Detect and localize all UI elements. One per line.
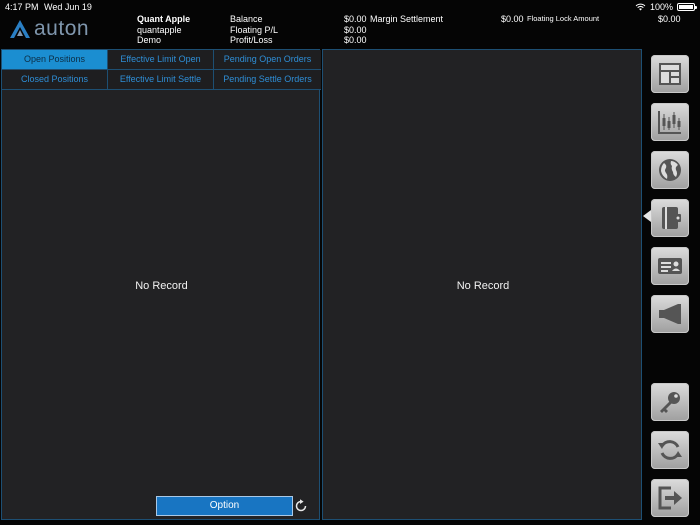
battery-icon [677,3,697,11]
left-empty-message: No Record [135,280,188,292]
profit-loss-value: $0.00 [344,35,367,45]
status-date: Wed Jun 19 [44,2,92,12]
sync-button[interactable] [651,431,689,469]
active-item-pointer [643,210,651,222]
battery-level [679,5,693,9]
wallet-button[interactable] [651,199,689,237]
floating-lock-label: Floating Lock Amount [527,14,600,23]
margin-settlement-label: Margin Settlement [370,14,444,24]
market-button[interactable] [651,151,689,189]
id-card-icon [658,258,682,274]
refresh-icon[interactable] [294,499,308,513]
logout-button[interactable] [651,479,689,517]
right-empty-message: No Record [456,280,510,292]
globe-icon [659,159,681,181]
floating-lock-value: $0.00 [658,14,681,24]
wifi-icon [635,3,646,11]
floating-pl-value: $0.00 [344,25,367,35]
battery-percent: 100% [649,2,673,12]
sync-icon [658,440,682,460]
dashboard-button[interactable] [651,55,689,93]
account-info-button[interactable] [651,247,689,285]
wallet-icon [662,207,681,229]
tab-pending-open-orders[interactable]: Pending Open Orders [214,50,321,70]
tab-effective-limit-open[interactable]: Effective Limit Open [108,50,214,70]
auton-logo-icon [10,20,30,38]
status-time: 4:17 PM [5,2,39,12]
logout-icon [658,486,682,510]
profit-loss-label: Profit/Loss [230,35,273,45]
floating-pl-label: Floating P/L [230,25,279,35]
key-icon [660,392,680,413]
balance-value: $0.00 [344,14,367,24]
dashboard-icon [659,63,681,85]
chart-button[interactable] [651,103,689,141]
account-username: quantapple [137,25,182,35]
tab-effective-limit-settle[interactable]: Effective Limit Settle [108,70,214,90]
chart-icon [658,111,681,134]
megaphone-icon [659,304,681,324]
option-button[interactable]: Option [156,496,293,516]
balance-label: Balance [230,14,263,24]
change-password-button[interactable] [651,383,689,421]
tab-open-positions[interactable]: Open Positions [2,50,108,70]
positions-panel: Open Positions Effective Limit Open Pend… [1,49,321,520]
tab-closed-positions[interactable]: Closed Positions [2,70,108,90]
account-type: Demo [137,35,162,45]
tab-pending-settle-orders[interactable]: Pending Settle Orders [214,70,321,90]
margin-settlement-value: $0.00 [501,14,524,24]
status-indicators: 100% [635,2,697,12]
status-bar: 4:17 PM Wed Jun 19 100% [0,0,700,14]
announcements-button[interactable] [651,295,689,333]
app-logo: auton [9,17,89,41]
detail-panel: No Record [322,49,642,520]
account-name: Quant Apple [137,14,191,24]
logo-text: auton [34,17,90,40]
